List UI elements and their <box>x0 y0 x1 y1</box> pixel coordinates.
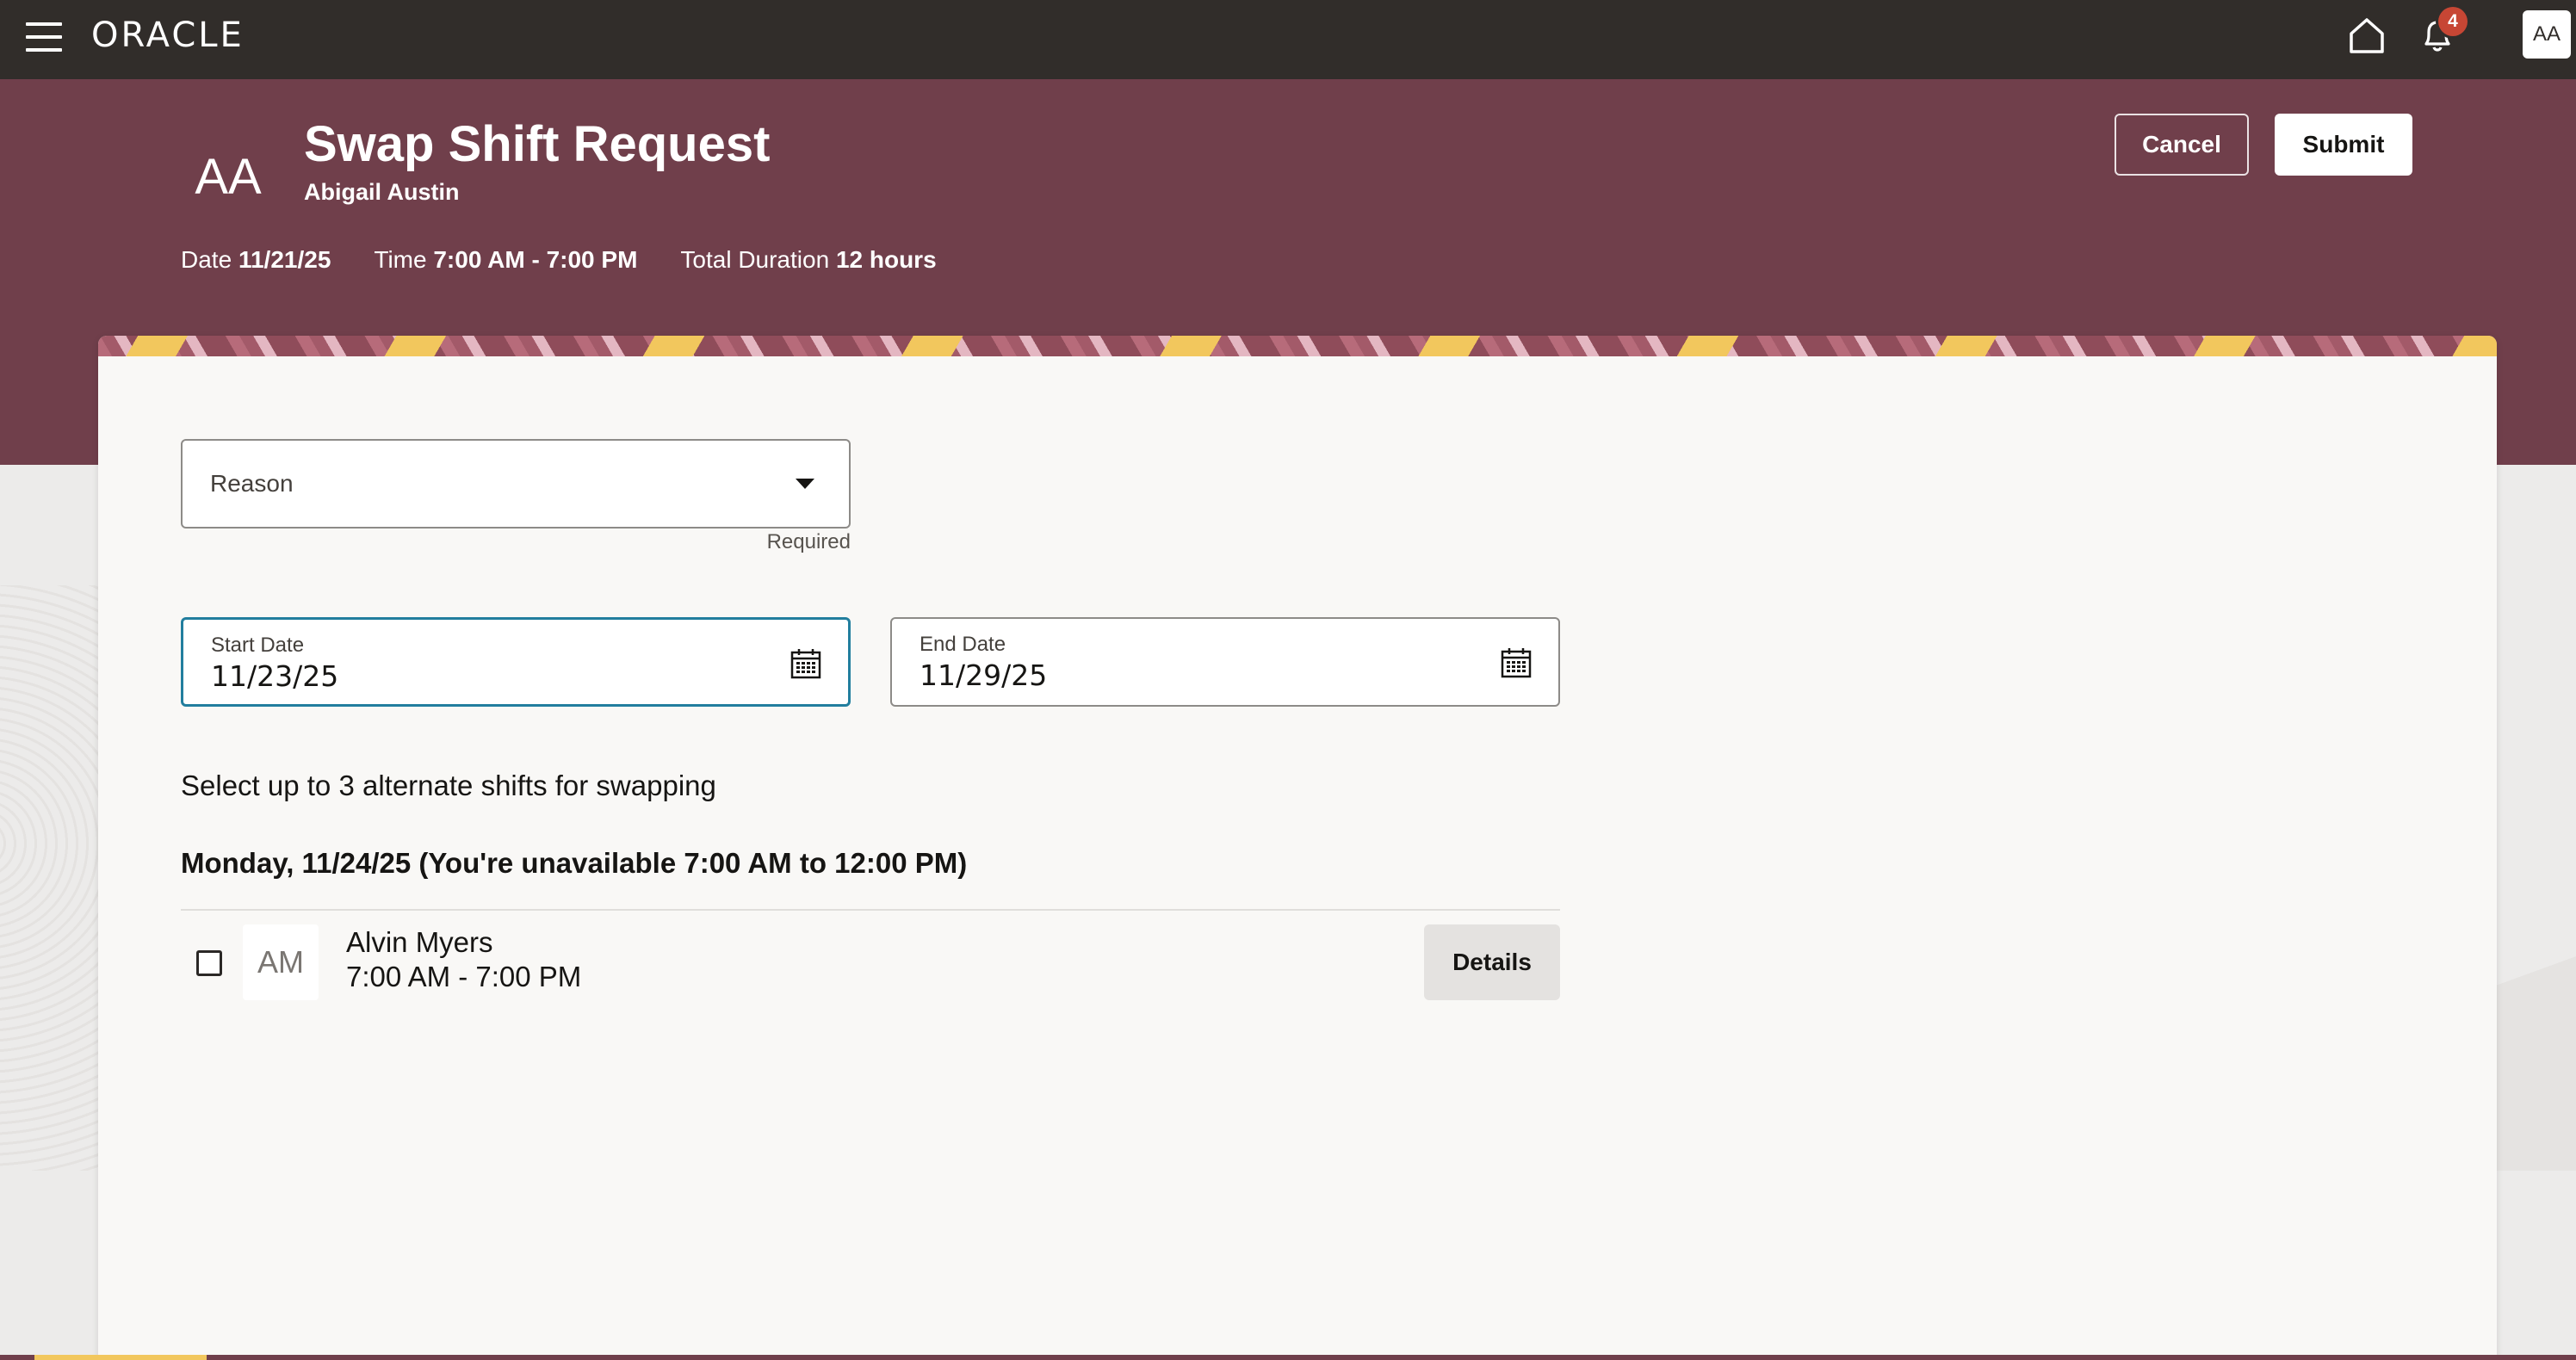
home-icon[interactable] <box>2347 15 2387 55</box>
date-summary: Date 11/21/25 <box>181 246 331 274</box>
duration-summary: Total Duration 12 hours <box>680 246 936 274</box>
shift-select-checkbox[interactable] <box>196 950 222 976</box>
page-title: Swap Shift Request <box>304 116 771 172</box>
chevron-down-icon[interactable] <box>796 479 814 489</box>
global-header: ORACLE 4 AA <box>0 0 2576 79</box>
form-card: Reason Required Start Date 11/23/25 End … <box>98 336 2497 1360</box>
user-avatar-button[interactable]: AA <box>2523 10 2571 59</box>
duration-label: Total Duration <box>680 246 830 273</box>
start-date-value[interactable]: 11/23/25 <box>211 659 338 693</box>
bottom-strip-accent <box>34 1355 207 1360</box>
reason-placeholder: Reason <box>210 470 294 497</box>
decorative-banner <box>98 336 2497 356</box>
calendar-icon[interactable] <box>1500 646 1533 679</box>
background-pattern-right <box>2493 844 2576 1171</box>
instruction-text: Select up to 3 alternate shifts for swap… <box>181 770 716 801</box>
menu-icon[interactable] <box>26 22 62 52</box>
shift-time: 7:00 AM - 7:00 PM <box>346 961 582 992</box>
reason-select[interactable]: Reason <box>181 439 851 529</box>
duration-value: 12 hours <box>835 246 937 273</box>
start-date-field[interactable]: Start Date 11/23/25 <box>181 617 851 707</box>
background-pattern <box>0 585 103 1171</box>
submit-button[interactable]: Submit <box>2275 114 2412 176</box>
cancel-button[interactable]: Cancel <box>2115 114 2249 176</box>
time-value: 7:00 AM - 7:00 PM <box>433 246 638 273</box>
required-hint: Required <box>766 530 851 553</box>
bottom-strip <box>0 1355 2576 1360</box>
coworker-name: Alvin Myers <box>346 926 493 958</box>
coworker-avatar: AM <box>243 924 319 1000</box>
date-label: Date <box>181 246 232 273</box>
time-summary: Time 7:00 AM - 7:00 PM <box>374 246 637 274</box>
time-label: Time <box>374 246 427 273</box>
divider <box>181 909 1560 911</box>
calendar-icon[interactable] <box>790 647 822 680</box>
employee-avatar: AA <box>195 148 262 205</box>
notification-count-badge: 4 <box>2438 7 2468 36</box>
end-date-label: End Date <box>920 633 1006 656</box>
date-value: 11/21/25 <box>238 246 331 273</box>
start-date-label: Start Date <box>211 634 305 657</box>
day-heading: Monday, 11/24/25 (You're unavailable 7:0… <box>181 847 968 879</box>
details-button[interactable]: Details <box>1424 924 1560 1000</box>
oracle-logo[interactable]: ORACLE <box>91 15 245 55</box>
end-date-value[interactable]: 11/29/25 <box>920 658 1047 692</box>
shift-summary: Date 11/21/25 Time 7:00 AM - 7:00 PM Tot… <box>181 246 937 274</box>
employee-name: Abigail Austin <box>304 179 460 205</box>
shift-row: AM Alvin Myers 7:00 AM - 7:00 PM Details <box>181 914 1560 1009</box>
end-date-field[interactable]: End Date 11/29/25 <box>890 617 1560 707</box>
